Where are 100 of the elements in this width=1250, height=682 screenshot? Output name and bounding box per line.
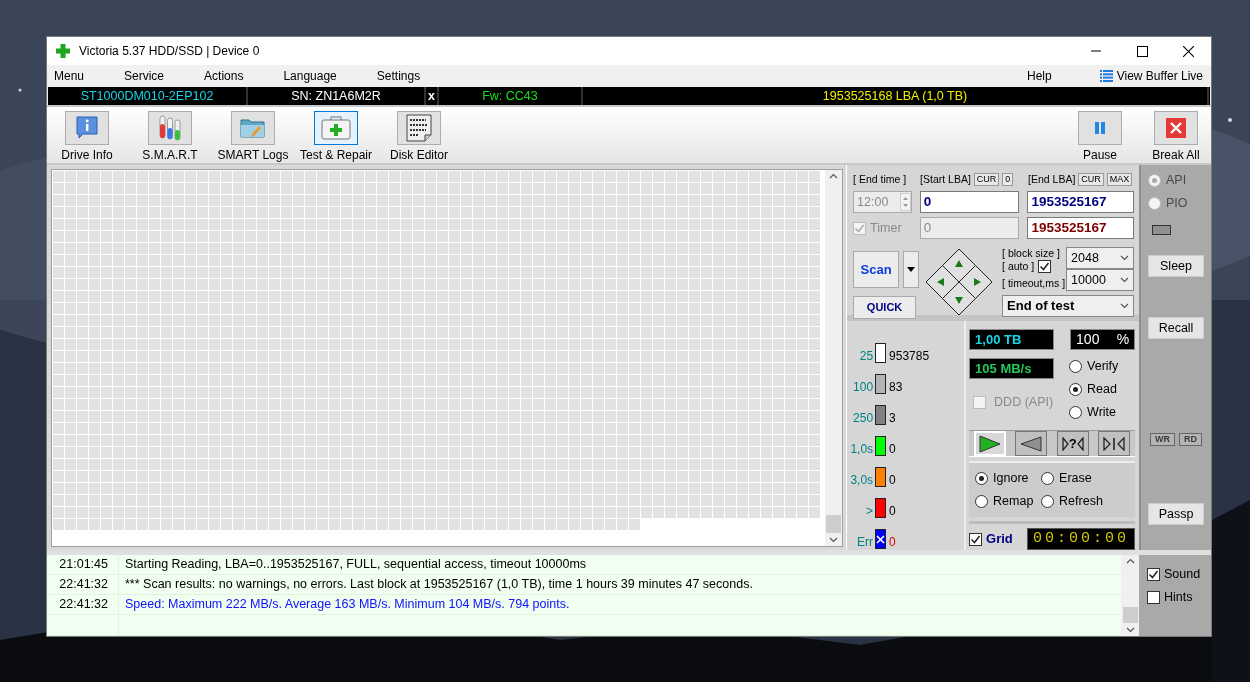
- scan-direction-button[interactable]: ?: [1056, 431, 1089, 456]
- toolbar-button[interactable]: Break All: [1141, 111, 1211, 163]
- checkbox-label[interactable]: Grid: [986, 531, 1013, 547]
- max-button[interactable]: MAX: [1106, 172, 1133, 186]
- legend-label: Err: [856, 534, 874, 549]
- binary-file-icon: [406, 114, 432, 142]
- direction-button[interactable]: [942, 281, 977, 316]
- triangle-right-icon: [1061, 436, 1069, 451]
- size-display: 1,00 TB: [969, 329, 1055, 350]
- toolbar-button[interactable]: Pause: [1065, 111, 1135, 163]
- quick-button[interactable]: QUICK: [853, 296, 917, 319]
- window-title: Victoria 5.37 HDD/SSD | Device 0: [79, 43, 260, 59]
- log-message: *** Scan results: no warnings, no errors. Last block at 1953525167 (1,0 TB), time 1 hours 39 minutes 47 seconds.: [124, 577, 753, 592]
- close-icon: [1166, 118, 1186, 138]
- menu-item[interactable]: View Buffer Live: [1116, 68, 1203, 84]
- radio-button[interactable]: [1041, 495, 1055, 508]
- checkbox[interactable]: [1147, 591, 1160, 604]
- radio-label[interactable]: Read: [1087, 382, 1117, 397]
- chevron-down-icon: [1120, 277, 1130, 283]
- legend-label: 1,0s: [849, 441, 874, 456]
- radio-label[interactable]: Refresh: [1059, 494, 1103, 509]
- cur-button[interactable]: CUR: [1078, 172, 1104, 186]
- chevron-down-icon: [1125, 627, 1135, 633]
- radio-button[interactable]: [1069, 360, 1083, 373]
- scrollbar[interactable]: [825, 170, 843, 546]
- scroll-thumb[interactable]: [826, 515, 842, 533]
- scan-direction-button[interactable]: [1098, 431, 1131, 456]
- radio-button[interactable]: [975, 472, 989, 485]
- test-tubes-icon: [158, 115, 182, 141]
- close-icon: [1182, 45, 1194, 57]
- radio-button[interactable]: [1069, 406, 1083, 419]
- radio-button[interactable]: [1069, 383, 1083, 396]
- menu-item[interactable]: Settings: [376, 68, 421, 84]
- cross-icon: [55, 43, 71, 59]
- back-icon: [1020, 435, 1043, 452]
- menu-item[interactable]: Actions: [204, 68, 244, 84]
- checkmark-icon: [970, 533, 982, 545]
- radio-label[interactable]: Write: [1087, 405, 1116, 420]
- end-lba-field[interactable]: 1953525167: [1027, 191, 1135, 213]
- checkbox[interactable]: [969, 532, 983, 546]
- direction-button[interactable]: [958, 265, 993, 299]
- menu-item[interactable]: Help: [1027, 68, 1052, 84]
- panel-button[interactable]: Recall: [1148, 317, 1205, 339]
- timer-end-field[interactable]: 1953525167: [1027, 217, 1135, 239]
- dropdown-button[interactable]: [903, 251, 920, 288]
- field-label: [ timeout,ms ]: [1002, 276, 1067, 290]
- menu-item[interactable]: Service: [124, 68, 165, 84]
- checkbox[interactable]: [1147, 568, 1160, 581]
- toolbar-button[interactable]: Disk Editor: [379, 111, 459, 163]
- checkbox[interactable]: [1038, 259, 1052, 273]
- checkbox-label[interactable]: Hints: [1164, 590, 1193, 605]
- spin-arrows-icon: [899, 193, 911, 211]
- log-time: 22:41:32: [47, 575, 119, 594]
- panel-button[interactable]: Passp: [1148, 503, 1205, 525]
- menu-item[interactable]: Menu: [54, 68, 85, 84]
- chevron-down-icon: [1120, 255, 1130, 261]
- skip-end-icon: [1103, 436, 1126, 451]
- scrollbar[interactable]: [1121, 555, 1139, 636]
- scan-button[interactable]: Scan: [853, 251, 900, 288]
- play-icon: [978, 434, 1001, 453]
- checkmark-icon: [1039, 260, 1051, 272]
- radio-label[interactable]: Remap: [993, 494, 1034, 509]
- radio-label[interactable]: Ignore: [993, 471, 1029, 486]
- radio-button[interactable]: [975, 495, 989, 508]
- menu-item[interactable]: Language: [283, 68, 337, 84]
- block-size-dropdown[interactable]: 2048: [1066, 247, 1135, 269]
- chevron-up-icon: [1125, 558, 1135, 564]
- chevron-up-icon: [829, 173, 839, 179]
- radio-button[interactable]: [1041, 472, 1055, 485]
- zero-button[interactable]: 0: [1002, 172, 1014, 186]
- end-action-dropdown[interactable]: End of test: [1002, 295, 1135, 317]
- direction-button[interactable]: [925, 265, 960, 299]
- dropdown-value: End of test: [1007, 298, 1075, 314]
- toolbar-button[interactable]: Test & Repair: [296, 111, 376, 163]
- timeout-dropdown[interactable]: 10000: [1066, 269, 1135, 291]
- toolbar-button[interactable]: S.M.A.R.T: [130, 111, 210, 163]
- legend-count: 83: [889, 379, 903, 394]
- field-label: [ auto ]: [1002, 259, 1035, 273]
- triangle-left-icon: [1076, 436, 1084, 451]
- scan-direction-button[interactable]: [1015, 431, 1048, 456]
- toolbar-button[interactable]: SMART Logs: [213, 111, 293, 163]
- checkbox-label[interactable]: Sound: [1164, 567, 1201, 582]
- panel-button[interactable]: Sleep: [1148, 255, 1205, 277]
- field-label: [ block size ]: [1002, 247, 1061, 260]
- field-label: [ End time ]: [853, 172, 908, 186]
- scroll-thumb[interactable]: [1122, 607, 1138, 623]
- first-aid-kit-icon: [321, 116, 351, 140]
- log-message: Starting Reading, LBA=0..1953525167, FULL, sequential access, timeout 10000ms: [124, 557, 587, 572]
- start-lba-field[interactable]: 0: [919, 191, 1020, 213]
- legend-count: 0: [889, 472, 896, 487]
- toolbar-button[interactable]: Drive Info: [47, 111, 127, 163]
- legend-label: 3,0s: [849, 472, 874, 487]
- dropdown-value: 10000: [1071, 272, 1106, 288]
- radio-label[interactable]: Verify: [1087, 359, 1119, 374]
- radio-label[interactable]: Erase: [1059, 471, 1092, 486]
- legend-count: 0: [889, 441, 896, 456]
- legend-label: 250: [852, 410, 874, 425]
- cur-button[interactable]: CUR: [973, 172, 1000, 186]
- indicator-light: [1151, 225, 1171, 235]
- list-icon: [1099, 70, 1113, 82]
